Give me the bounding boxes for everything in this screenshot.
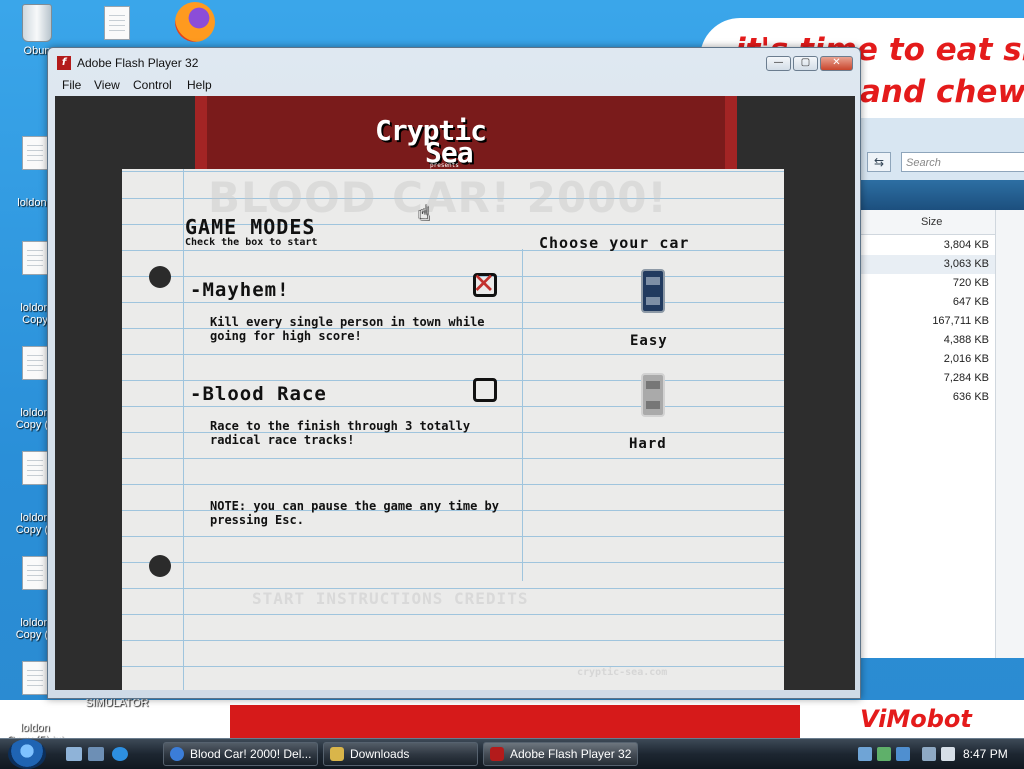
network-icon[interactable] (922, 747, 936, 761)
file-size-cell[interactable]: 720 KB (841, 274, 995, 293)
binder-hole (149, 266, 171, 288)
menu-help[interactable]: Help (187, 78, 212, 92)
title-bar[interactable]: f Adobe Flash Player 32 — ▢ ✕ (48, 48, 860, 76)
cryptic-sea-logo: Cryptic Sea (375, 117, 487, 167)
flash-player-icon: f (57, 56, 71, 70)
taskbar-item-flash[interactable]: Adobe Flash Player 32 (483, 742, 638, 766)
hand-cursor-icon: ☝ (418, 201, 431, 225)
margin-line (183, 169, 184, 690)
menu-file[interactable]: File (62, 78, 81, 92)
game-modes-subtitle: Check the box to start (185, 237, 318, 248)
car-label-easy[interactable]: Easy (630, 333, 668, 349)
menu-control[interactable]: Control (133, 78, 172, 92)
file-size-cell[interactable]: 636 KB (841, 388, 995, 407)
explorer-scroll-column (995, 210, 1024, 658)
taskbar: Blood Car! 2000! Del... Downloads Adobe … (0, 738, 1024, 769)
search-input[interactable]: Search (901, 152, 1024, 172)
firefox-icon (175, 2, 215, 42)
switch-windows-icon[interactable] (88, 747, 104, 761)
minimize-button[interactable]: — (766, 56, 791, 71)
hard-car-icon[interactable] (641, 373, 665, 417)
desktop-icon-document[interactable] (82, 6, 152, 43)
show-desktop-icon[interactable] (66, 747, 82, 761)
faded-credit: cryptic-sea.com (577, 667, 668, 678)
close-button[interactable]: ✕ (820, 56, 853, 71)
explorer-window: ⇆ Search Size 3,804 KB 3,063 KB 720 KB 6… (840, 118, 1024, 658)
easy-car-icon[interactable] (641, 269, 665, 313)
start-button[interactable] (8, 739, 46, 769)
faded-menu-options: START INSTRUCTIONS CREDITS (252, 589, 529, 608)
wallpaper-mascot-text: ViMobot (860, 705, 972, 733)
tray-app-icon[interactable] (896, 747, 910, 761)
recycle-bin-icon (22, 4, 52, 42)
tray-app-icon[interactable] (877, 747, 891, 761)
folder-icon (330, 747, 344, 761)
file-size-cell[interactable]: 3,063 KB (841, 255, 995, 274)
mode-desc-mayhem: Kill every single person in town while g… (210, 315, 485, 343)
text-file-icon (22, 136, 48, 170)
wallpaper-text-line2: and chew (860, 74, 1024, 110)
wallpaper-red-strip (230, 705, 800, 740)
desktop-icon-firefox[interactable] (160, 2, 230, 42)
text-file-icon (22, 661, 48, 695)
text-file-icon (104, 6, 130, 40)
chrome-icon (170, 747, 184, 761)
window-title: Adobe Flash Player 32 (77, 56, 199, 70)
file-size-list: 3,804 KB 3,063 KB 720 KB 647 KB 167,711 … (841, 236, 995, 407)
flash-player-icon (490, 747, 504, 761)
volume-muted-icon[interactable] (941, 747, 955, 761)
pause-note: NOTE: you can pause the game any time by… (210, 499, 499, 527)
internet-explorer-icon[interactable] (112, 747, 128, 761)
mode-title-mayhem: -Mayhem! (190, 279, 290, 301)
file-size-cell[interactable]: 3,804 KB (841, 236, 995, 255)
choose-car-heading: Choose your car (539, 234, 690, 252)
mode-desc-blood-race: Race to the finish through 3 totally rad… (210, 419, 471, 447)
flash-stage[interactable]: Cryptic Sea presents BLOOD CAR! 2000! GA… (55, 96, 855, 690)
refresh-icon[interactable]: ⇆ (867, 152, 891, 172)
taskbar-item-label: Adobe Flash Player 32 (510, 747, 632, 761)
car-label-hard[interactable]: Hard (629, 436, 667, 452)
column-size-header[interactable]: Size (921, 216, 942, 228)
text-file-icon (22, 346, 48, 380)
notebook-paper: BLOOD CAR! 2000! GAME MODES Check the bo… (122, 169, 784, 690)
flash-player-window: f Adobe Flash Player 32 — ▢ ✕ File View … (47, 47, 861, 699)
taskbar-item-label: Blood Car! 2000! Del... (190, 747, 312, 761)
file-size-cell[interactable]: 4,388 KB (841, 331, 995, 350)
file-size-cell[interactable]: 647 KB (841, 293, 995, 312)
text-file-icon (22, 241, 48, 275)
text-file-icon (22, 556, 48, 590)
file-size-cell[interactable]: 7,284 KB (841, 369, 995, 388)
explorer-command-bar (841, 180, 1024, 210)
column-divider (522, 249, 523, 581)
mayhem-checkbox[interactable] (472, 267, 497, 300)
blood-race-checkbox[interactable] (473, 378, 497, 402)
tray-app-icon[interactable] (858, 747, 872, 761)
menu-view[interactable]: View (94, 78, 120, 92)
taskbar-item-browser[interactable]: Blood Car! 2000! Del... (163, 742, 318, 766)
text-file-icon (22, 451, 48, 485)
taskbar-item-downloads[interactable]: Downloads (323, 742, 478, 766)
game-modes-heading: GAME MODES (185, 215, 316, 239)
file-size-cell[interactable]: 167,711 KB (841, 312, 995, 331)
clock[interactable]: 8:47 PM (963, 747, 1008, 761)
file-size-cell[interactable]: 2,016 KB (841, 350, 995, 369)
binder-hole (149, 555, 171, 577)
presents-text: presents (430, 162, 459, 169)
taskbar-item-label: Downloads (350, 747, 410, 761)
menu-bar: File View Control Help (54, 76, 854, 96)
maximize-button[interactable]: ▢ (793, 56, 818, 71)
mode-title-blood-race: -Blood Race (190, 383, 327, 405)
